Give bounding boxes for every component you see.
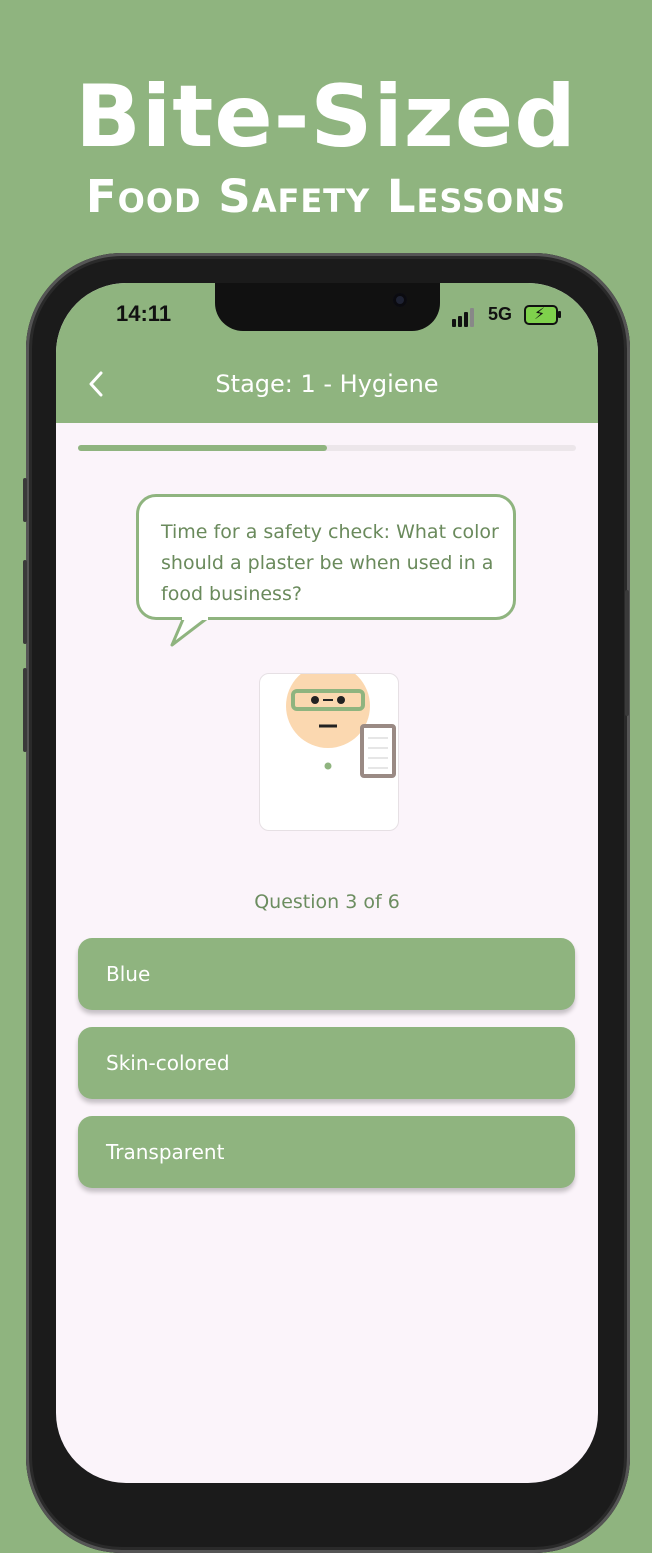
network-label: 5G: [488, 304, 513, 324]
answer-option-transparent[interactable]: Transparent: [78, 1116, 575, 1188]
banner-subtitle: Food Safety Lessons: [85, 170, 567, 223]
phone-volume-up: [23, 560, 27, 644]
signal-bars-icon: [452, 307, 478, 327]
speech-bubble-tail: [170, 617, 208, 647]
lesson-progress-bar: [78, 445, 576, 451]
mascot-card: [259, 664, 399, 831]
answer-label: Transparent: [106, 1140, 225, 1164]
bolt-icon: ⚡: [534, 304, 546, 323]
front-camera: [393, 293, 407, 307]
phone-silent-switch: [23, 478, 27, 522]
speech-bubble: Time for a safety check: What color shou…: [136, 494, 516, 620]
answer-label: Blue: [106, 962, 151, 986]
answer-label: Skin-colored: [106, 1051, 230, 1075]
banner-title: Bite-Sized: [75, 67, 577, 167]
app-screen: 14:11 5G ⚡ Stage: 1 - Hygiene Time for a…: [56, 283, 598, 1483]
status-time: 14:11: [116, 301, 172, 326]
answer-option-blue[interactable]: Blue: [78, 938, 575, 1010]
notch: [215, 283, 440, 331]
lesson-progress-fill: [78, 445, 327, 451]
battery-tip: [558, 311, 561, 318]
inspector-character-icon: [286, 664, 396, 778]
question-text: Time for a safety check: What color shou…: [161, 521, 499, 605]
phone-volume-down: [23, 668, 27, 752]
phone-power-button: [625, 590, 629, 716]
page-title: Stage: 1 - Hygiene: [215, 370, 439, 398]
question-counter: Question 3 of 6: [254, 891, 400, 913]
answer-option-skin-colored[interactable]: Skin-colored: [78, 1027, 575, 1099]
